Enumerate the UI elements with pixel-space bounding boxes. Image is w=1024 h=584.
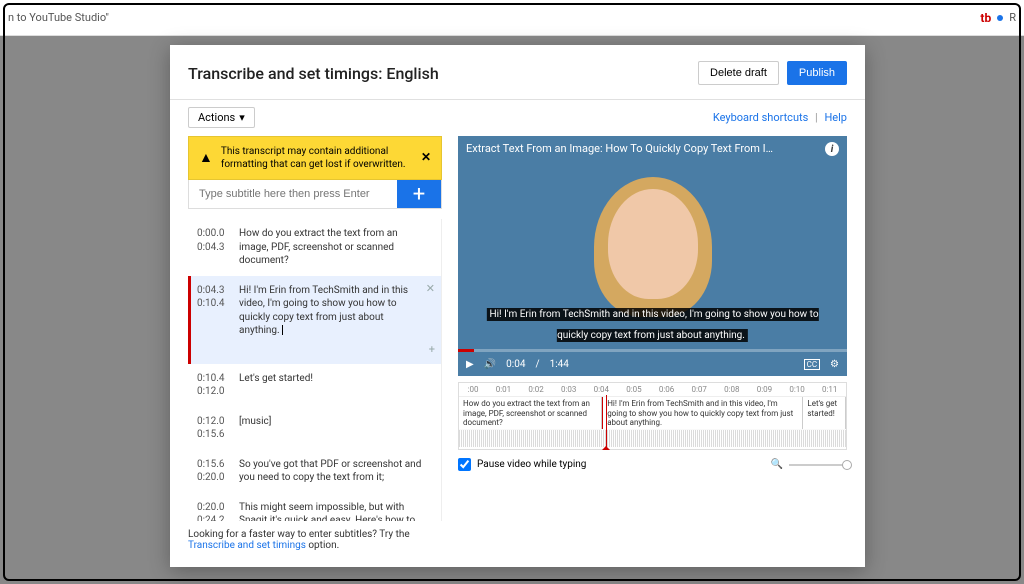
subtitle-text[interactable]: [music] [239,415,435,442]
subtitle-times: 0:00.00:04.3 [197,227,229,268]
caption-overlay: Hi! I'm Erin from TechSmith and in this … [481,302,823,344]
info-icon[interactable]: i [825,142,839,156]
insert-row-icon[interactable]: + [429,343,435,358]
subtitle-text[interactable]: Hi! I'm Erin from TechSmith and in this … [239,284,435,338]
tick: 0:03 [561,385,576,394]
warning-banner: ▲ This transcript may contain additional… [188,136,442,180]
zoom-slider[interactable] [789,464,847,466]
subtitle-text[interactable]: How do you extract the text from an imag… [239,227,435,268]
subtitle-row[interactable]: 0:20.00:24.2 This might seem impossible, … [188,493,441,522]
pause-while-typing-checkbox[interactable] [458,458,471,471]
player-controls: ▶ 🔊 0:04 / 1:44 CC ⚙ [458,352,847,376]
warning-text: This transcript may contain additional f… [221,145,413,171]
playhead-icon[interactable] [606,395,607,449]
timeline-segment[interactable]: How do you extract the text from an imag… [459,397,602,429]
total-duration: 1:44 [550,359,569,370]
subtitle-times: 0:12.00:15.6 [197,415,229,442]
warning-close-icon[interactable]: ✕ [421,150,431,166]
background-topbar: n to YouTube Studio" tb R [0,0,1024,36]
tick: 0:02 [528,385,543,394]
subtitle-row[interactable]: 0:10.40:12.0 Let's get started! [188,364,441,407]
tick: 0:01 [496,385,511,394]
subtitle-list[interactable]: 0:00.00:04.3 How do you extract the text … [188,219,442,521]
tb-badge: tb [980,11,991,25]
tick: 0:10 [789,385,804,394]
delete-draft-button[interactable]: Delete draft [698,61,779,85]
timeline-segments[interactable]: How do you extract the text from an imag… [459,397,846,429]
pause-while-typing-label: Pause video while typing [477,459,586,470]
separator: | [815,111,818,124]
tick: 0:05 [626,385,641,394]
timeline-segment[interactable]: Hi! I'm Erin from TechSmith and in this … [602,397,803,429]
warning-icon: ▲ [199,149,213,167]
video-title: Extract Text From an Image: How To Quick… [466,142,823,155]
bg-tab-title: n to YouTube Studio" [8,11,109,24]
subtitle-text[interactable]: Let's get started! [239,372,435,399]
actions-label: Actions [198,111,235,124]
subtitle-times: 0:20.00:24.2 [197,501,229,522]
current-time: 0:04 [506,359,525,370]
delete-row-icon[interactable]: ✕ [426,282,435,297]
subtitle-text[interactable]: This might seem impossible, but with Sna… [239,501,435,522]
subtitle-times: 0:15.60:20.0 [197,458,229,485]
tick: :00 [468,385,479,394]
right-column: Extract Text From an Image: How To Quick… [458,136,847,559]
video-player[interactable]: Extract Text From an Image: How To Quick… [458,136,847,376]
toolbar: Actions ▾ Keyboard shortcuts | Help [170,100,865,136]
subtitle-text[interactable]: So you've got that PDF or screenshot and… [239,458,435,485]
publish-button[interactable]: Publish [787,61,847,85]
subtitle-input[interactable] [189,180,397,208]
bg-letter: R [1009,11,1016,24]
settings-gear-icon[interactable]: ⚙ [830,359,839,370]
transcribe-link[interactable]: Transcribe and set timings [188,540,306,551]
footer-tip: Looking for a faster way to enter subtit… [188,521,442,559]
add-subtitle-button[interactable]: + [397,180,441,208]
modal-title: Transcribe and set timings: English [188,64,439,83]
zoom-icon[interactable]: 🔍 [771,459,783,470]
caret-down-icon: ▾ [239,111,245,124]
subtitle-times: 0:10.40:12.0 [197,372,229,399]
waveform [459,429,846,447]
subtitle-times: 0:04.30:10.4 [197,284,229,338]
subtitle-editor-modal: Transcribe and set timings: English Dele… [170,45,865,567]
tick: 0:06 [659,385,674,394]
timeline[interactable]: :00 0:01 0:02 0:03 0:04 0:05 0:06 0:07 0:08 0:09 0… [458,382,847,450]
subtitle-row[interactable]: 0:12.00:15.6 [music] [188,407,441,450]
cc-icon[interactable]: CC [804,359,820,370]
time-ruler: :00 0:01 0:02 0:03 0:04 0:05 0:06 0:07 0:08 0:09 0… [459,383,846,397]
tick: 0:09 [757,385,772,394]
video-frame-person [608,189,698,299]
tick: 0:11 [822,385,837,394]
timeline-segment[interactable]: Let's get started! [803,397,846,429]
subtitle-row[interactable]: 0:04.30:10.4 Hi! I'm Erin from TechSmith … [188,276,441,364]
volume-icon[interactable]: 🔊 [484,359,496,370]
subtitle-row[interactable]: 0:00.00:04.3 How do you extract the text … [188,219,441,276]
modal-header: Transcribe and set timings: English Dele… [170,45,865,100]
tick: 0:04 [594,385,609,394]
tick: 0:08 [724,385,739,394]
keyboard-shortcuts-link[interactable]: Keyboard shortcuts [713,111,808,124]
help-link[interactable]: Help [824,111,847,124]
left-column: ▲ This transcript may contain additional… [188,136,442,559]
play-icon[interactable]: ▶ [466,359,474,370]
status-dot-icon [997,15,1003,21]
tick: 0:07 [691,385,706,394]
actions-dropdown[interactable]: Actions ▾ [188,107,255,128]
subtitle-row[interactable]: 0:15.60:20.0 So you've got that PDF or sc… [188,450,441,493]
